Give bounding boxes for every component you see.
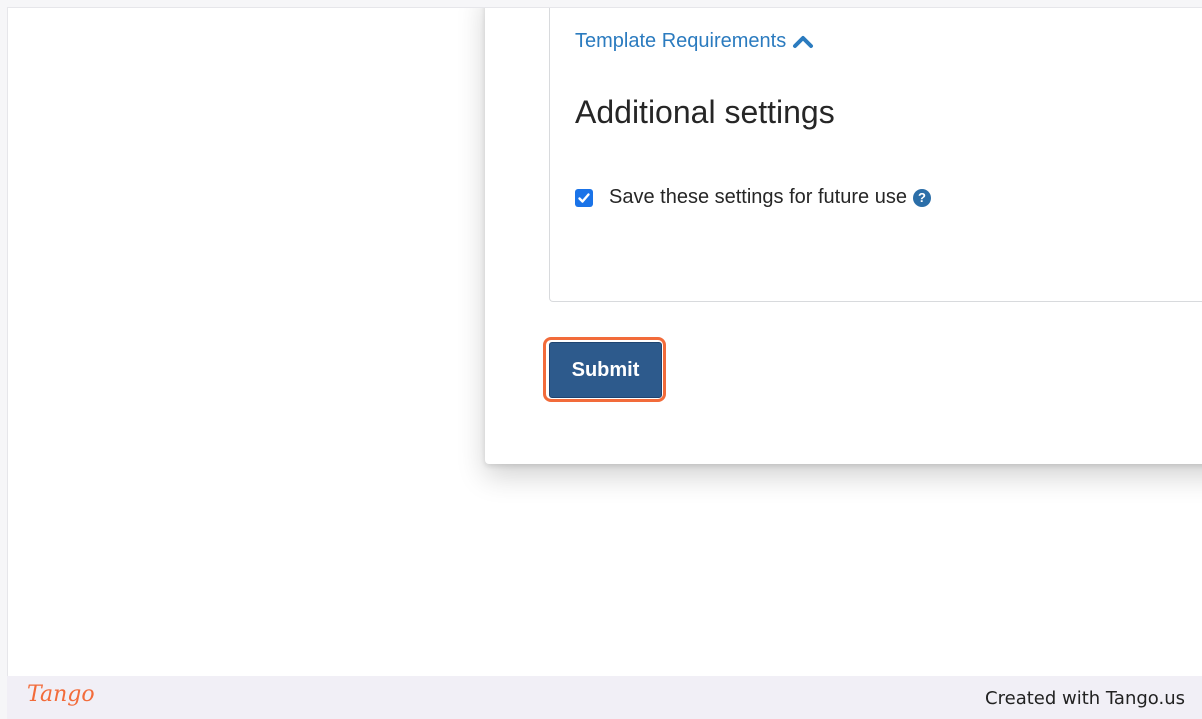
question-circle-icon[interactable]: ? [912,188,931,207]
chevron-up-icon [793,35,814,48]
template-requirements-toggle[interactable]: Template Requirements [575,30,814,53]
additional-settings-heading: Additional settings [575,94,835,130]
checkmark-icon [578,192,590,203]
settings-panel: Template Requirements Additional setting… [549,8,1202,302]
settings-modal: Template Requirements Additional setting… [485,8,1202,464]
save-settings-checkbox[interactable] [575,188,593,207]
submit-button[interactable]: Submit [549,342,662,398]
screenshot-frame: Template Requirements Additional setting… [7,7,1202,677]
tango-footer: Tango Created with Tango.us [7,676,1202,719]
save-settings-row: Save these settings for future use ? [575,186,931,209]
created-with-text: Created with Tango.us [985,688,1185,709]
template-requirements-label: Template Requirements [575,30,787,52]
tango-logo: Tango [27,682,95,707]
save-settings-label: Save these settings for future use [609,186,907,208]
